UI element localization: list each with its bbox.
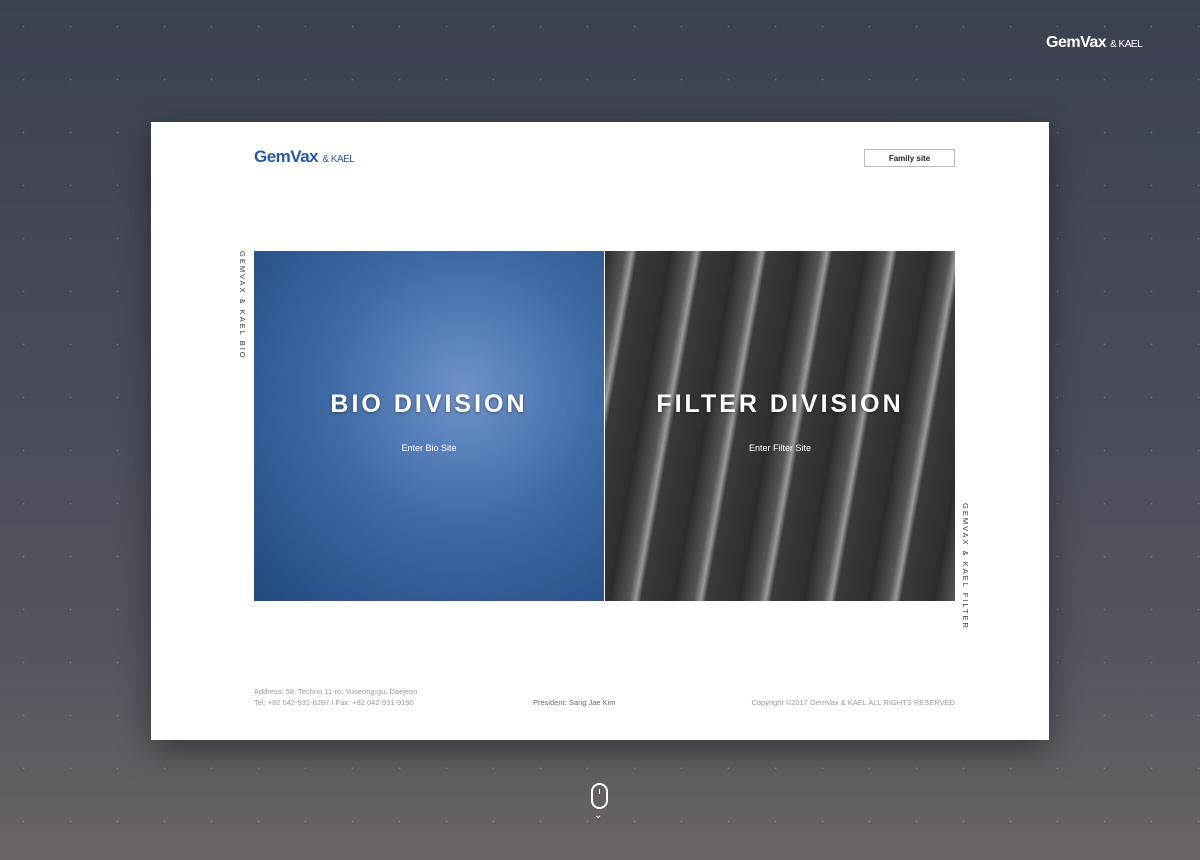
enter-filter-site-link[interactable]: Enter Filter Site (749, 443, 811, 453)
footer-copyright: Copyright ©2017 GemVax & KAEL ALL RIGHTS… (751, 698, 955, 707)
footer-president: President: Sang Jae Kim (533, 698, 616, 707)
side-label-bio: GEMVAX & KAEL BIO (238, 251, 247, 360)
card-logo[interactable]: GemVax & KAEL (254, 147, 355, 167)
intro-card: GemVax & KAEL Family site GEMVAX & KAEL … (151, 122, 1049, 740)
scroll-mouse-icon[interactable] (591, 783, 608, 809)
filter-division-panel[interactable]: FILTER DIVISION Enter Filter Site (605, 251, 955, 601)
bio-division-panel[interactable]: BIO DIVISION Enter Bio Site (254, 251, 604, 601)
bio-division-title: BIO DIVISION (330, 389, 528, 418)
filter-division-title: FILTER DIVISION (656, 389, 904, 418)
family-site-button[interactable]: Family site (864, 149, 955, 167)
chevron-down-icon[interactable]: ⌄ (594, 810, 602, 821)
header-logo[interactable]: GemVax & KAEL (1046, 34, 1143, 52)
enter-bio-site-link[interactable]: Enter Bio Site (401, 443, 456, 453)
side-label-filter: GEMVAX & KAEL FILTER (961, 503, 970, 630)
footer-address: Address: 58, Techno 11-ro, Yuseong-gu, D… (254, 687, 418, 707)
